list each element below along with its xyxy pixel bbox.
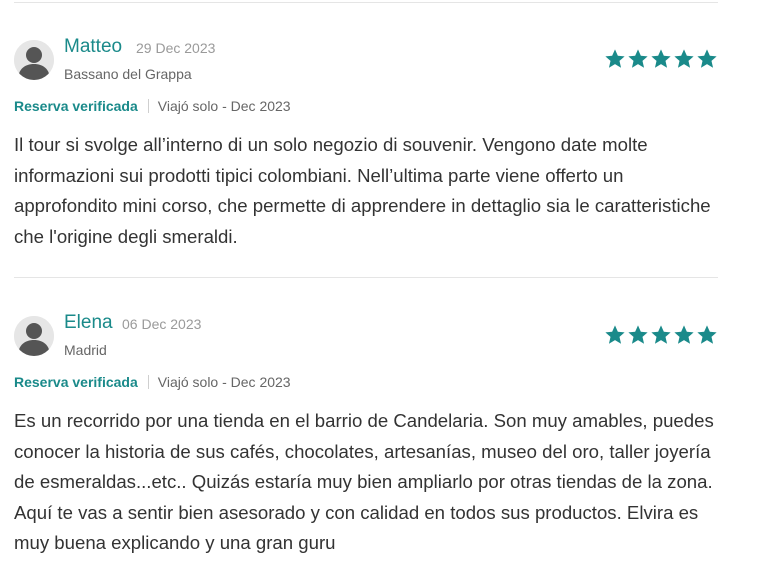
star-icon bbox=[697, 49, 717, 68]
avatar bbox=[14, 40, 54, 80]
reviewer-location: Bassano del Grappa bbox=[64, 66, 192, 82]
trip-info: Viajó solo - Dec 2023 bbox=[157, 98, 291, 114]
review-date: 29 Dec 2023 bbox=[136, 40, 216, 56]
reviewer-location: Madrid bbox=[64, 342, 107, 358]
user-silhouette-icon bbox=[14, 40, 54, 80]
star-icon bbox=[697, 325, 717, 344]
review-meta: Reserva verificada Viajó solo - Dec 2023 bbox=[14, 374, 291, 390]
star-icon bbox=[605, 325, 625, 344]
top-divider bbox=[14, 2, 718, 3]
star-icon bbox=[628, 325, 648, 344]
reviewer-name: Elena bbox=[64, 312, 113, 333]
trip-info: Viajó solo - Dec 2023 bbox=[157, 374, 291, 390]
star-icon bbox=[651, 49, 671, 68]
user-silhouette-icon bbox=[14, 316, 54, 356]
review-text: Il tour si svolge all’interno di un solo… bbox=[14, 134, 711, 247]
verified-badge: Reserva verificada bbox=[14, 98, 138, 114]
avatar bbox=[14, 316, 54, 356]
star-icon bbox=[651, 325, 671, 344]
meta-separator bbox=[147, 375, 149, 389]
reviewer-name: Matteo bbox=[64, 36, 123, 57]
verified-badge: Reserva verificada bbox=[14, 374, 138, 390]
review-date: 06 Dec 2023 bbox=[122, 316, 202, 332]
star-icon bbox=[674, 325, 694, 344]
star-rating bbox=[604, 48, 718, 72]
review-divider bbox=[14, 277, 718, 278]
star-rating bbox=[604, 324, 718, 348]
review-text: Es un recorrido por una tienda en el bar… bbox=[14, 410, 714, 553]
review-meta: Reserva verificada Viajó solo - Dec 2023 bbox=[14, 98, 291, 114]
star-icon bbox=[605, 49, 625, 68]
star-icon bbox=[674, 49, 694, 68]
meta-separator bbox=[147, 99, 149, 113]
star-icon bbox=[628, 49, 648, 68]
